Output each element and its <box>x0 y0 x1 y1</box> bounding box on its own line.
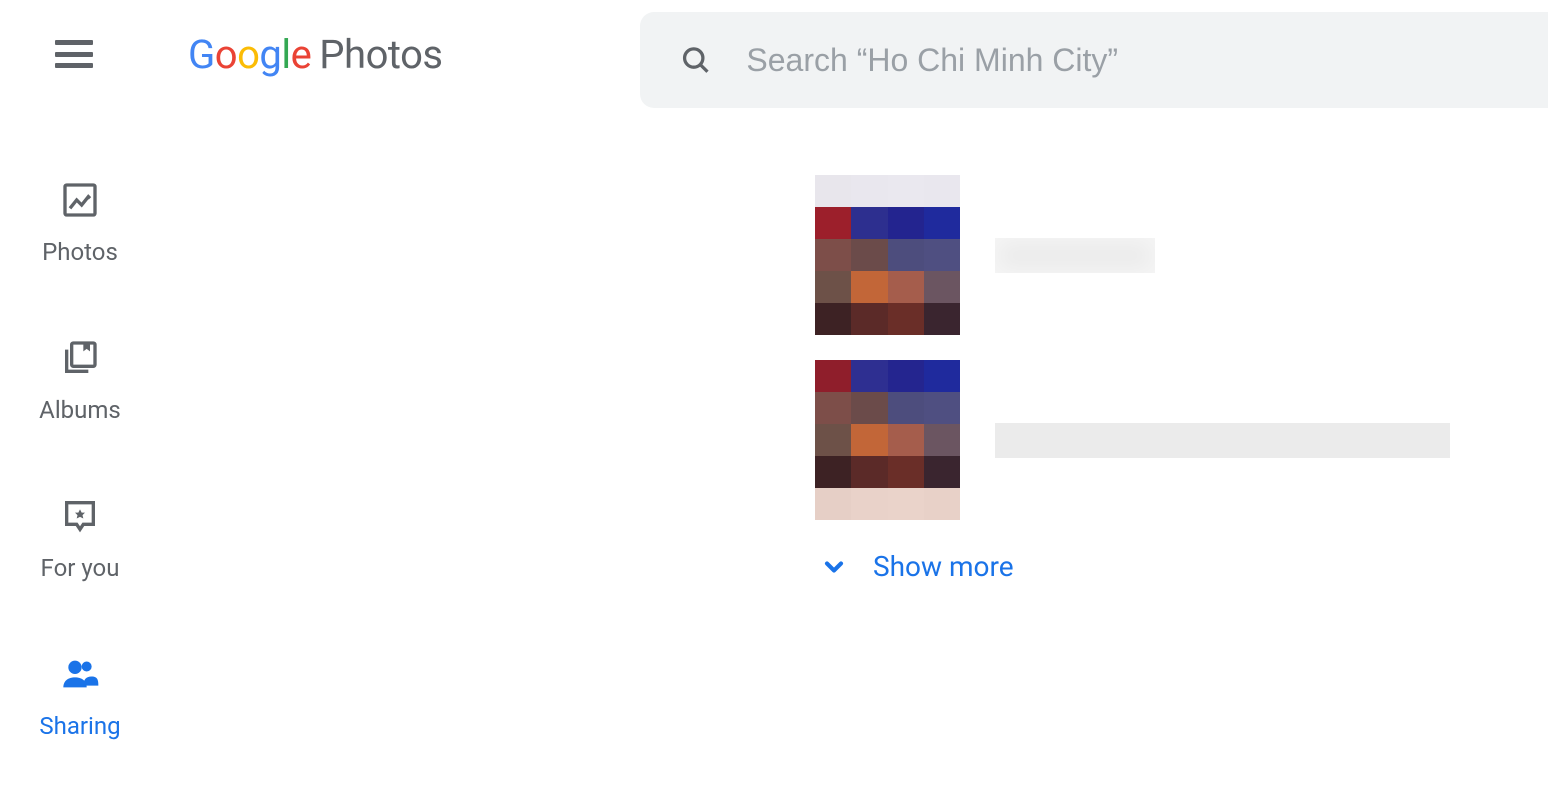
sidebar-item-photos[interactable]: Photos <box>0 180 160 266</box>
sidebar-item-label: Photos <box>42 238 118 266</box>
result-item[interactable] <box>815 360 1450 520</box>
app-logo[interactable]: Google Photos <box>188 31 443 78</box>
sidebar-item-sharing[interactable]: Sharing <box>0 654 160 740</box>
result-thumbnail <box>815 360 960 520</box>
main-menu-button[interactable] <box>55 35 93 73</box>
sharing-icon <box>60 654 100 694</box>
for-you-icon <box>60 496 100 536</box>
search-input[interactable] <box>746 42 1548 79</box>
google-logo-text: Google <box>188 31 311 78</box>
sidebar-nav: Photos Albums For you Sharing <box>0 180 160 740</box>
chevron-down-icon <box>820 553 848 581</box>
search-bar[interactable] <box>640 12 1548 108</box>
result-thumbnail <box>815 175 960 335</box>
albums-icon <box>60 338 100 378</box>
search-results: Show more <box>815 175 1450 583</box>
app-header: Google Photos <box>0 0 1548 108</box>
sidebar-item-label: Albums <box>39 396 121 424</box>
show-more-label: Show more <box>873 550 1014 583</box>
sidebar-item-for-you[interactable]: For you <box>0 496 160 582</box>
result-title-redacted <box>995 238 1155 273</box>
search-icon <box>680 43 711 77</box>
result-item[interactable] <box>815 175 1450 335</box>
sidebar-item-label: For you <box>41 554 120 582</box>
sidebar-item-label: Sharing <box>39 712 120 740</box>
sidebar-item-albums[interactable]: Albums <box>0 338 160 424</box>
photos-icon <box>60 180 100 220</box>
product-name: Photos <box>319 31 442 78</box>
show-more-button[interactable]: Show more <box>820 550 1450 583</box>
result-title-redacted <box>995 423 1450 458</box>
